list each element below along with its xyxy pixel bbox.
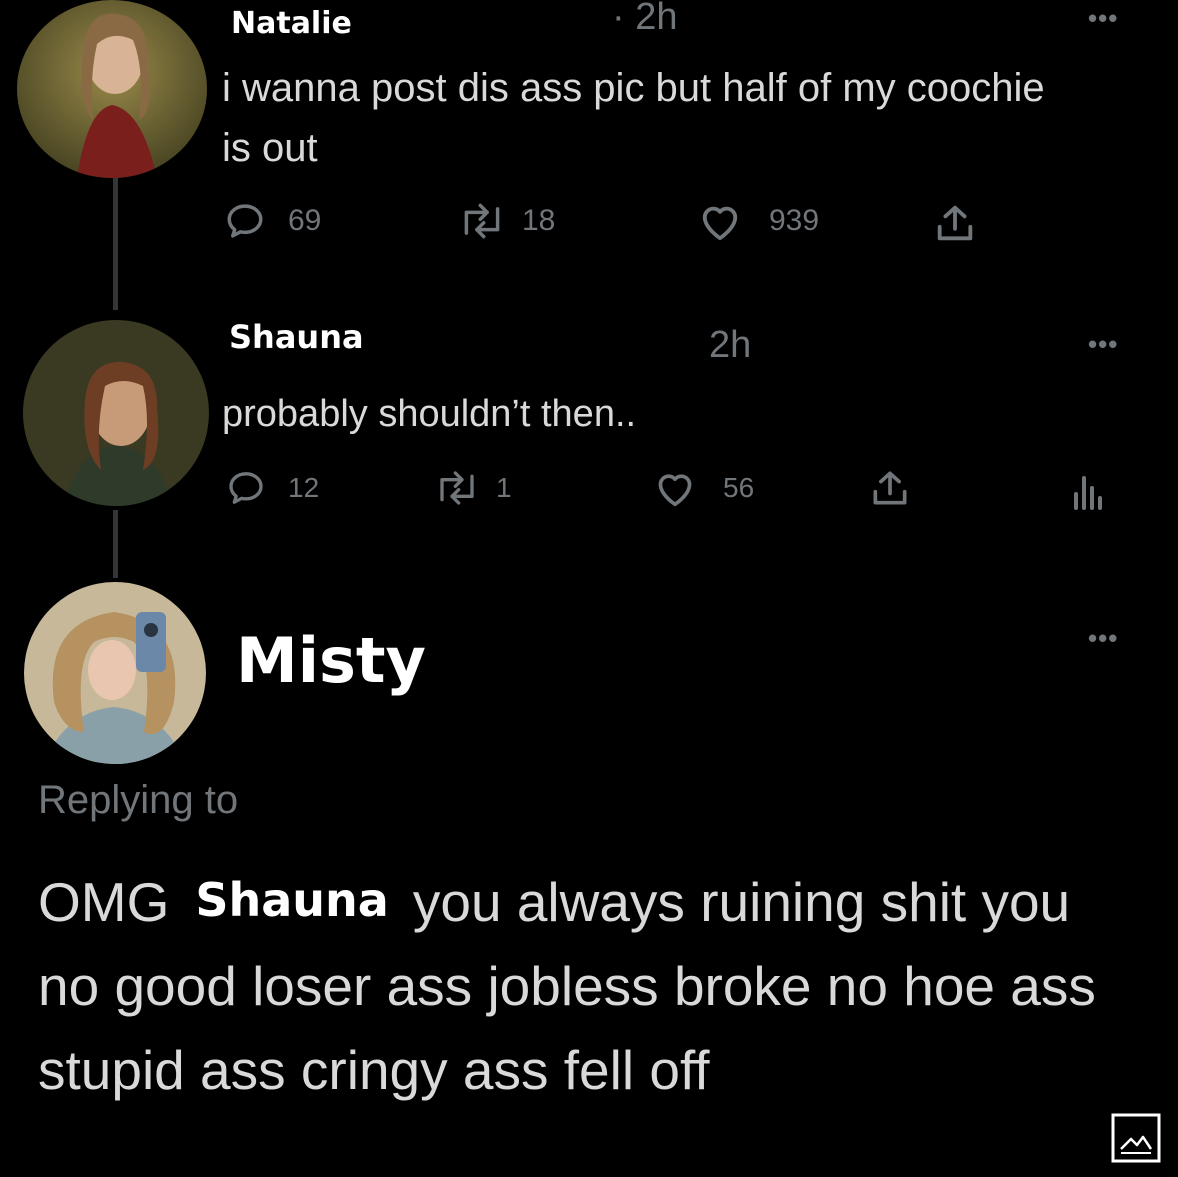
- retweet-icon: [432, 468, 482, 508]
- reply-icon: [226, 468, 266, 508]
- tweet-time[interactable]: 2h: [709, 324, 751, 367]
- like-icon: [653, 468, 697, 508]
- retweet-button[interactable]: 1: [432, 468, 512, 508]
- tweet-time[interactable]: · 2h: [612, 0, 677, 39]
- reply-count: 12: [288, 472, 320, 503]
- author-name[interactable]: Misty: [236, 624, 426, 697]
- mention-shauna[interactable]: Shauna: [195, 873, 388, 927]
- like-count: 939: [769, 204, 820, 237]
- thread-line: [113, 178, 118, 310]
- avatar-shauna[interactable]: [23, 320, 209, 506]
- avatar-misty[interactable]: [24, 582, 206, 764]
- author-name[interactable]: Natalie: [231, 6, 352, 41]
- tweet-text: i wanna post dis ass pic but half of my …: [222, 66, 1045, 170]
- analytics-icon: [1072, 470, 1104, 510]
- like-button[interactable]: 56: [653, 468, 754, 508]
- reply-icon: [224, 200, 266, 242]
- author-name[interactable]: Shauna: [229, 318, 364, 356]
- more-options-icon[interactable]: •••: [1088, 625, 1118, 651]
- reply-count: 69: [288, 204, 322, 237]
- like-icon: [697, 200, 743, 242]
- reply-text: OMG Shauna you always ruining shit you no …: [38, 858, 1118, 1112]
- share-icon: [868, 466, 912, 510]
- reply-button[interactable]: 69: [224, 200, 321, 242]
- reply-prefix: OMG: [38, 871, 170, 933]
- reply-button[interactable]: 12: [226, 468, 319, 508]
- like-button[interactable]: 939: [697, 200, 819, 242]
- thread-line: [113, 510, 118, 578]
- share-button[interactable]: [932, 200, 978, 246]
- more-options-icon[interactable]: •••: [1088, 331, 1118, 357]
- retweet-count: 1: [496, 472, 512, 503]
- avatar-natalie[interactable]: [17, 0, 207, 178]
- analytics-button[interactable]: [1072, 470, 1104, 510]
- retweet-icon: [456, 200, 508, 242]
- like-count: 56: [723, 472, 755, 503]
- share-icon: [932, 200, 978, 246]
- replying-to-label: Replying to: [38, 778, 239, 822]
- media-icon[interactable]: [1111, 1113, 1161, 1163]
- more-options-icon[interactable]: •••: [1088, 5, 1118, 31]
- retweet-count: 18: [522, 204, 556, 237]
- share-button[interactable]: [868, 466, 912, 510]
- tweet-text: probably shouldn’t then..: [222, 393, 637, 435]
- retweet-button[interactable]: 18: [456, 200, 555, 242]
